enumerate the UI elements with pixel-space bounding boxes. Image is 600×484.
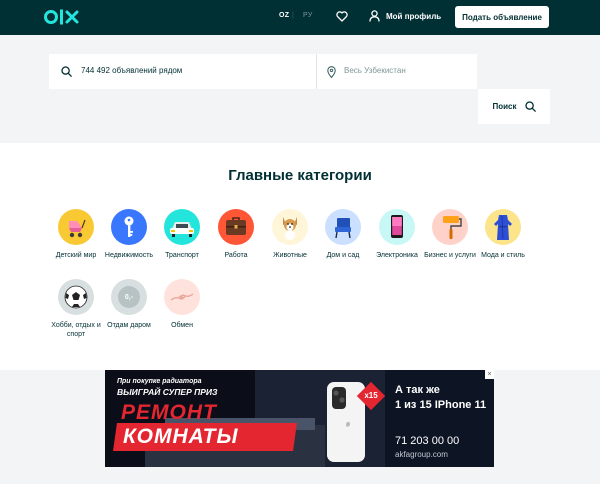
category-label: Мода и стиль [481, 252, 525, 259]
soccer-ball-icon [58, 279, 94, 315]
category-label: Обмен [171, 322, 193, 329]
dress-icon [485, 209, 521, 245]
profile-link[interactable]: Мой профиль [386, 12, 441, 21]
lang-oz[interactable]: OZ [279, 12, 289, 19]
search-field[interactable]: 744 492 объявлений рядом [49, 54, 316, 89]
category-electronics[interactable]: Электроника [367, 209, 427, 260]
lang-ru[interactable]: РУ [303, 12, 313, 19]
exchange-hands-icon [164, 279, 200, 315]
banner-promo-line2: ВЫИГРАЙ СУПЕР ПРИЗ [117, 387, 218, 397]
location-input[interactable]: Весь Узбекистан [344, 66, 406, 75]
category-transport[interactable]: Транспорт [152, 209, 212, 260]
category-free[interactable]: 0,- Отдам даром [99, 279, 159, 330]
paint-roller-icon [432, 209, 468, 245]
category-business[interactable]: Бизнес и услуги [420, 209, 480, 260]
banner-site: akfagroup.com [395, 450, 448, 459]
banner-right-line2: 1 из 15 IPhone 11 [395, 399, 487, 411]
category-label: Хобби, отдых и спорт [51, 322, 101, 338]
categories-title: Главные категории [228, 167, 372, 184]
category-label: Транспорт [165, 252, 199, 259]
category-real-estate[interactable]: Недвижимость [99, 209, 159, 260]
banner-promo-line1: При покупке радиатора [117, 378, 202, 385]
stroller-icon [58, 209, 94, 245]
category-home-garden[interactable]: Дом и сад [313, 209, 373, 260]
category-label: Дом и сад [326, 252, 360, 259]
category-jobs[interactable]: Работа [206, 209, 266, 260]
search-input[interactable]: 744 492 объявлений рядом [81, 66, 182, 75]
key-icon [111, 209, 147, 245]
briefcase-icon [218, 209, 254, 245]
lang-separator: | [292, 12, 294, 19]
search-button[interactable]: Поиск [478, 89, 550, 124]
ad-close-icon[interactable]: × [485, 370, 494, 379]
user-icon[interactable] [369, 10, 380, 22]
top-header: OZ | РУ Мой профиль Подать объявление [0, 0, 600, 35]
car-icon [164, 209, 200, 245]
banner-right-line1: А так же [395, 384, 440, 396]
category-hobby[interactable]: Хобби, отдых и спорт [46, 279, 106, 339]
category-label: Детский мир [55, 252, 97, 259]
category-label: Работа [224, 252, 248, 259]
ad-banner[interactable]: При покупке радиатора ВЫИГРАЙ СУПЕР ПРИЗ… [105, 370, 494, 467]
location-field[interactable]: Весь Узбекистан [317, 54, 477, 89]
banner-phone-number: 71 203 00 00 [395, 435, 460, 447]
category-label: Отдам даром [107, 322, 151, 329]
banner-headline1: РЕМОНТ [121, 401, 217, 424]
category-exchange[interactable]: Обмен [152, 279, 212, 330]
category-label: Животные [273, 252, 307, 259]
search-icon [524, 101, 536, 112]
coin-badge: 0,- [118, 286, 140, 308]
search-icon [61, 66, 72, 77]
category-label: Недвижимость [104, 252, 154, 259]
heart-icon[interactable] [336, 11, 348, 22]
location-pin-icon [327, 66, 336, 78]
olx-logo[interactable] [44, 7, 84, 27]
post-ad-button[interactable]: Подать объявление [455, 6, 549, 28]
phone-icon [379, 209, 415, 245]
search-button-label: Поиск [492, 102, 517, 111]
free-coin-icon: 0,- [111, 279, 147, 315]
category-fashion[interactable]: Мода и стиль [473, 209, 533, 260]
category-kids[interactable]: Детский мир [46, 209, 106, 260]
dog-icon [272, 209, 308, 245]
category-label: Бизнес и услуги [424, 252, 476, 259]
banner-badge: x15 [364, 391, 378, 400]
banner-headline2: КОМНАТЫ [123, 425, 239, 448]
chair-icon [325, 209, 361, 245]
category-label: Электроника [376, 252, 418, 259]
category-animals[interactable]: Животные [260, 209, 320, 260]
